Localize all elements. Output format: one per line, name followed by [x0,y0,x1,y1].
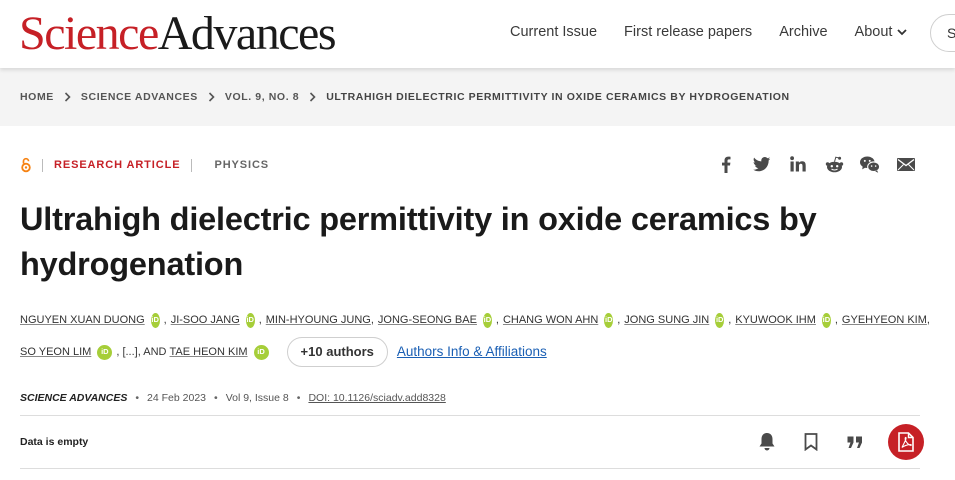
data-status: Data is empty [20,436,89,448]
nav-archive[interactable]: Archive [779,24,827,40]
author-link[interactable]: JONG-SEONG BAE [378,304,477,336]
author-line-1: NGUYEN XUAN DUONG iD, JI-SOO JANG iD, MIN-… [20,308,930,332]
breadcrumb-journal[interactable]: SCIENCE ADVANCES [81,91,198,103]
breadcrumb-issue[interactable]: VOL. 9, NO. 8 [225,91,299,103]
orcid-icon[interactable]: iD [245,312,255,328]
bookmark-icon[interactable] [800,431,822,453]
author-link[interactable]: MIN-HYOUNG JUNG [266,304,371,336]
open-access-icon [20,157,32,173]
divider [20,468,920,469]
linkedin-icon[interactable] [788,154,808,174]
more-authors-button[interactable]: +10 authors [286,337,388,367]
orcid-icon[interactable]: iD [821,312,831,328]
divider [20,415,920,416]
search-button[interactable]: S [930,14,955,52]
breadcrumb-band: HOME SCIENCE ADVANCES VOL. 9, NO. 8 ULTR… [0,68,955,126]
doi-link[interactable]: DOI: 10.1126/sciadv.add8328 [308,392,445,404]
breadcrumb: HOME SCIENCE ADVANCES VOL. 9, NO. 8 ULTR… [20,91,790,103]
search-label: S [947,25,955,41]
bell-icon[interactable] [756,431,778,453]
publication-info: SCIENCE ADVANCES • 24 Feb 2023 • Vol 9, … [20,392,446,404]
authors-affiliations-link[interactable]: Authors Info & Affiliations [397,336,547,368]
nav-first-release-papers[interactable]: First release papers [624,24,752,40]
chevron-right-icon [208,92,215,102]
article-type: RESEARCH ARTICLE [54,159,181,171]
facebook-icon[interactable] [716,154,736,174]
share-bar [716,154,916,174]
orcid-icon[interactable]: iD [253,344,269,360]
divider [191,158,193,172]
main-nav: Current Issue First release papers Archi… [510,24,908,40]
breadcrumb-home[interactable]: HOME [20,91,54,103]
reddit-icon[interactable] [824,154,844,174]
article-meta-row: RESEARCH ARTICLE PHYSICS [20,157,269,173]
pdf-icon [898,432,914,452]
author-list: NGUYEN XUAN DUONG iD, JI-SOO JANG iD, MIN-… [20,308,930,372]
nav-current-issue[interactable]: Current Issue [510,24,597,40]
author-link[interactable]: KYUWOOK IHM [735,304,816,336]
article-subject[interactable]: PHYSICS [214,159,269,171]
orcid-icon[interactable]: iD [150,312,160,328]
chevron-right-icon [64,92,71,102]
author-link[interactable]: CHANG WON AHN [503,304,598,336]
article-title: Ultrahigh dielectric permittivity in oxi… [20,201,817,282]
pdf-download-button[interactable] [888,424,924,460]
author-ellipsis: , [...], AND [116,346,167,358]
email-icon[interactable] [896,154,916,174]
article-tools [756,424,924,460]
nav-about-label: About [854,24,893,40]
orcid-icon[interactable]: iD [715,312,725,328]
chevron-down-icon [897,29,908,36]
separator-dot: • [135,392,140,404]
publish-date: 24 Feb 2023 [147,392,207,404]
author-link[interactable]: GYEHYEON KIM [842,304,927,336]
journal-name: SCIENCE ADVANCES [20,392,128,404]
author-link[interactable]: JI-SOO JANG [171,304,240,336]
quote-icon[interactable] [844,431,866,453]
breadcrumb-current: ULTRAHIGH DIELECTRIC PERMITTIVITY IN OXI… [326,91,790,103]
author-link[interactable]: SO YEON LIM [20,336,91,368]
nav-about[interactable]: About [855,24,909,40]
separator-dot: • [296,392,301,404]
author-link[interactable]: JONG SUNG JIN [624,304,709,336]
author-line-2: SO YEON LIM iD , [...], AND TAE HEON KIM i… [20,337,930,367]
twitter-icon[interactable] [752,154,772,174]
separator-dot: • [214,392,218,404]
author-link[interactable]: NGUYEN XUAN DUONG [20,304,145,336]
wechat-icon[interactable] [860,154,880,174]
site-header: ScienceAdvances Current Issue First rele… [0,0,955,68]
orcid-icon[interactable]: iD [482,312,492,328]
orcid-icon[interactable]: iD [604,312,614,328]
volume-issue[interactable]: Vol 9, Issue 8 [226,392,289,404]
author-link[interactable]: TAE HEON KIM [170,336,248,368]
orcid-icon[interactable]: iD [97,344,113,360]
chevron-right-icon [309,92,316,102]
divider [42,158,43,172]
science-advances-logo[interactable]: ScienceAdvances [19,8,337,60]
